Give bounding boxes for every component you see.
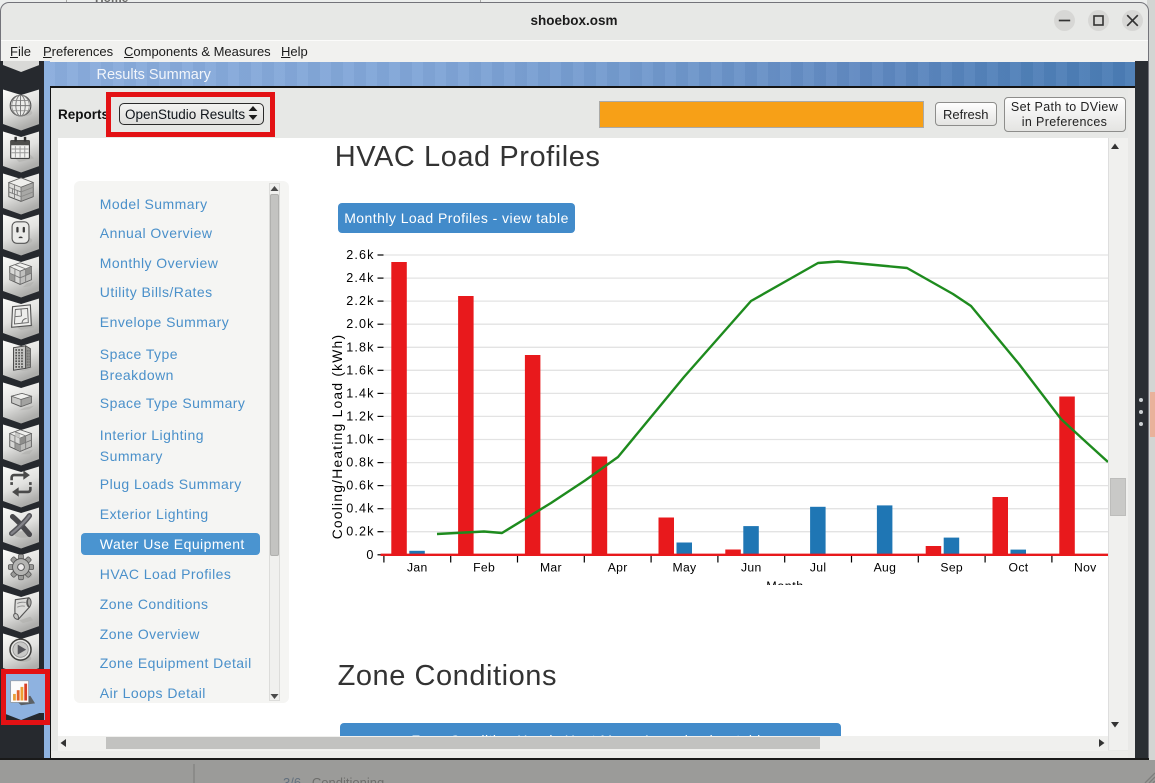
svg-text:2.4k: 2.4k bbox=[346, 271, 374, 285]
svg-text:2.0k: 2.0k bbox=[346, 317, 374, 331]
svg-text:Jan: Jan bbox=[407, 560, 428, 574]
svg-text:Aug: Aug bbox=[874, 560, 897, 574]
svg-text:Apr: Apr bbox=[608, 560, 628, 574]
svg-text:1.8k: 1.8k bbox=[346, 340, 374, 354]
svg-text:Sep: Sep bbox=[940, 560, 963, 574]
svg-text:Oct: Oct bbox=[1009, 560, 1029, 574]
svg-text:1.4k: 1.4k bbox=[346, 386, 374, 400]
svg-text:1.0k: 1.0k bbox=[346, 432, 374, 446]
svg-text:1.6k: 1.6k bbox=[346, 363, 374, 377]
svg-text:2.6k: 2.6k bbox=[346, 248, 374, 262]
svg-text:Month: Month bbox=[766, 579, 803, 585]
svg-text:0.6k: 0.6k bbox=[346, 479, 374, 493]
svg-text:2.2k: 2.2k bbox=[346, 294, 374, 308]
svg-text:Nov: Nov bbox=[1074, 560, 1097, 574]
svg-text:0.8k: 0.8k bbox=[346, 456, 374, 470]
svg-text:0.4k: 0.4k bbox=[346, 502, 374, 516]
svg-text:0: 0 bbox=[366, 548, 374, 562]
svg-text:May: May bbox=[673, 560, 698, 574]
svg-text:Jun: Jun bbox=[741, 560, 762, 574]
svg-text:1.2k: 1.2k bbox=[346, 409, 374, 423]
svg-text:Jul: Jul bbox=[810, 560, 826, 574]
svg-text:Feb: Feb bbox=[473, 560, 495, 574]
svg-text:Cooling/Heating Load (kWh): Cooling/Heating Load (kWh) bbox=[330, 334, 345, 540]
svg-text:Mar: Mar bbox=[540, 560, 562, 574]
svg-text:0.2k: 0.2k bbox=[346, 525, 374, 539]
